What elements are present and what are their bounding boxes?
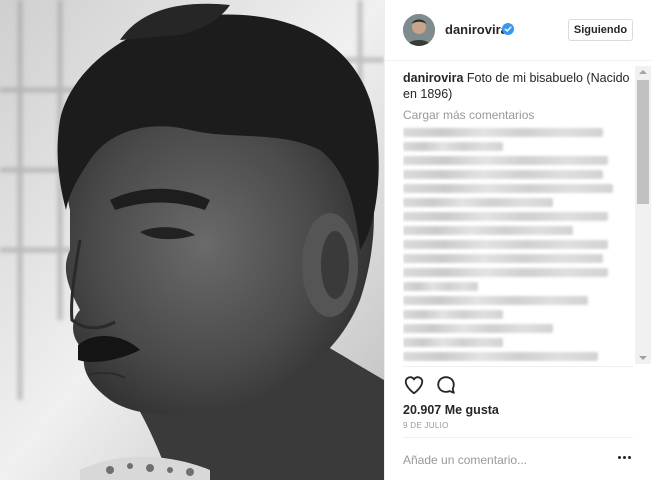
comments-list: danirovira Foto de mi bisabuelo (Nacido …: [403, 70, 635, 362]
post-photo[interactable]: [0, 0, 384, 480]
blurred-comment: [403, 226, 573, 235]
likes-count[interactable]: 20.907 Me gusta: [403, 403, 499, 417]
blurred-comment: [403, 128, 603, 137]
verified-badge-icon: [502, 23, 514, 35]
blurred-comment: [403, 156, 608, 165]
add-comment-input[interactable]: [403, 450, 603, 470]
instagram-post: danirovira Siguiendo danirovira Foto de …: [0, 0, 651, 480]
blurred-comment: [403, 282, 478, 291]
post-details-panel: danirovira Siguiendo danirovira Foto de …: [384, 0, 651, 480]
portrait-illustration: [0, 0, 384, 480]
blurred-comment: [403, 310, 503, 319]
divider: [403, 437, 633, 438]
heart-icon[interactable]: [403, 374, 425, 396]
blurred-comment: [403, 240, 608, 249]
speech-bubble-icon[interactable]: [435, 374, 457, 396]
blurred-comment: [403, 212, 608, 221]
scrollbar-thumb[interactable]: [637, 80, 649, 204]
blurred-comment: [403, 268, 608, 277]
username-link[interactable]: danirovira: [445, 22, 508, 37]
caption-username[interactable]: danirovira: [403, 71, 463, 85]
scroll-down-arrow[interactable]: [635, 352, 651, 364]
blurred-comment: [403, 142, 503, 151]
avatar-image: [403, 14, 435, 46]
blurred-comment: [403, 296, 588, 305]
caption: danirovira Foto de mi bisabuelo (Nacido …: [403, 70, 635, 102]
following-button[interactable]: Siguiendo: [568, 19, 633, 41]
scroll-up-arrow[interactable]: [635, 66, 651, 78]
blurred-comment: [403, 352, 598, 361]
more-options-icon[interactable]: [618, 456, 634, 462]
comments-scrollbar[interactable]: [635, 66, 651, 364]
post-date[interactable]: 9 DE JULIO: [403, 421, 449, 430]
divider: [403, 366, 633, 367]
load-more-comments-link[interactable]: Cargar más comentarios: [403, 108, 635, 122]
blurred-comment: [403, 198, 553, 207]
blurred-comment: [403, 184, 613, 193]
blurred-comment: [403, 338, 503, 347]
post-header: danirovira Siguiendo: [385, 0, 651, 61]
blurred-comment: [403, 254, 603, 263]
blurred-comment: [403, 170, 603, 179]
blurred-comment: [403, 324, 553, 333]
avatar[interactable]: [403, 14, 435, 46]
